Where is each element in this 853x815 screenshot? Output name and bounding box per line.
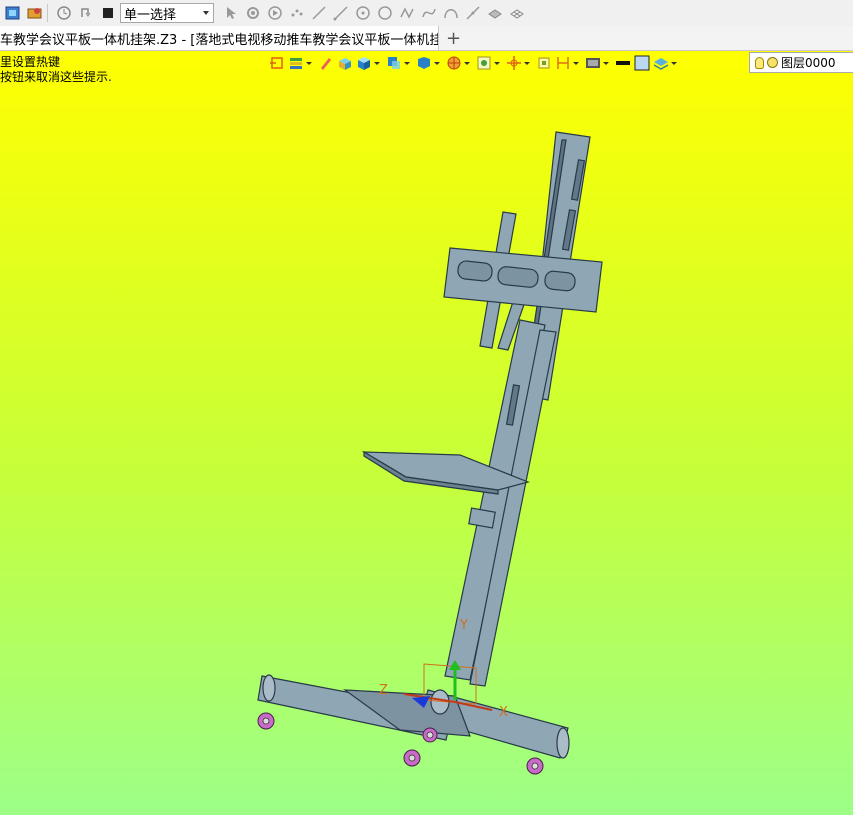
plate-slot — [544, 270, 576, 292]
z-axis-label: Z — [379, 683, 388, 698]
tab-active-document[interactable]: 车教学会议平板一体机挂架.Z3 - [落地式电视移动推车教学会议平板一体机挂架]… — [0, 26, 439, 50]
stop-icon[interactable] — [99, 4, 117, 22]
quick-access-toolbar: 单一选择 — [0, 0, 853, 27]
redo-icon[interactable] — [77, 4, 95, 22]
3d-viewport[interactable]: 里设置热键 按钮来取消这些提示. 图层0000 Y X Z — [0, 51, 853, 815]
circle-icon[interactable] — [354, 4, 372, 22]
x-axis-label: X — [499, 705, 508, 720]
cart-model[interactable] — [0, 51, 853, 815]
ellipse-icon[interactable] — [376, 4, 394, 22]
tube-end — [556, 727, 570, 759]
y-axis-label: Y — [460, 618, 468, 633]
tab-label: 车教学会议平板一体机挂架.Z3 - [落地式电视移动推车教学会议平板一体机挂架] — [0, 32, 439, 48]
plate-slot — [457, 260, 493, 282]
selection-mode-select[interactable]: 单一选择 — [120, 3, 214, 23]
segment-icon[interactable] — [332, 4, 350, 22]
column-collar — [468, 507, 496, 529]
document-tab-bar: 车教学会议平板一体机挂架.Z3 - [落地式电视移动推车教学会议平板一体机挂架]… — [0, 26, 853, 51]
line-icon[interactable] — [310, 4, 328, 22]
mesh-icon[interactable] — [508, 4, 526, 22]
plate-slot — [497, 266, 539, 288]
points-icon[interactable] — [288, 4, 306, 22]
polyline-icon[interactable] — [464, 4, 482, 22]
surface-icon[interactable] — [486, 4, 504, 22]
snap-icon[interactable] — [244, 4, 262, 22]
tube-end — [262, 674, 276, 702]
chevron-down-icon — [203, 11, 209, 15]
spline-icon[interactable] — [398, 4, 416, 22]
app-icon[interactable] — [4, 4, 22, 22]
play-icon[interactable] — [266, 4, 284, 22]
selection-mode-value: 单一选择 — [124, 7, 177, 23]
open-icon[interactable] — [26, 4, 44, 22]
separator — [47, 4, 48, 22]
undo-icon[interactable] — [55, 4, 73, 22]
pointer-icon[interactable] — [222, 4, 240, 22]
add-tab-button[interactable]: + — [446, 28, 461, 49]
curve-icon[interactable] — [420, 4, 438, 22]
arc-icon[interactable] — [442, 4, 460, 22]
